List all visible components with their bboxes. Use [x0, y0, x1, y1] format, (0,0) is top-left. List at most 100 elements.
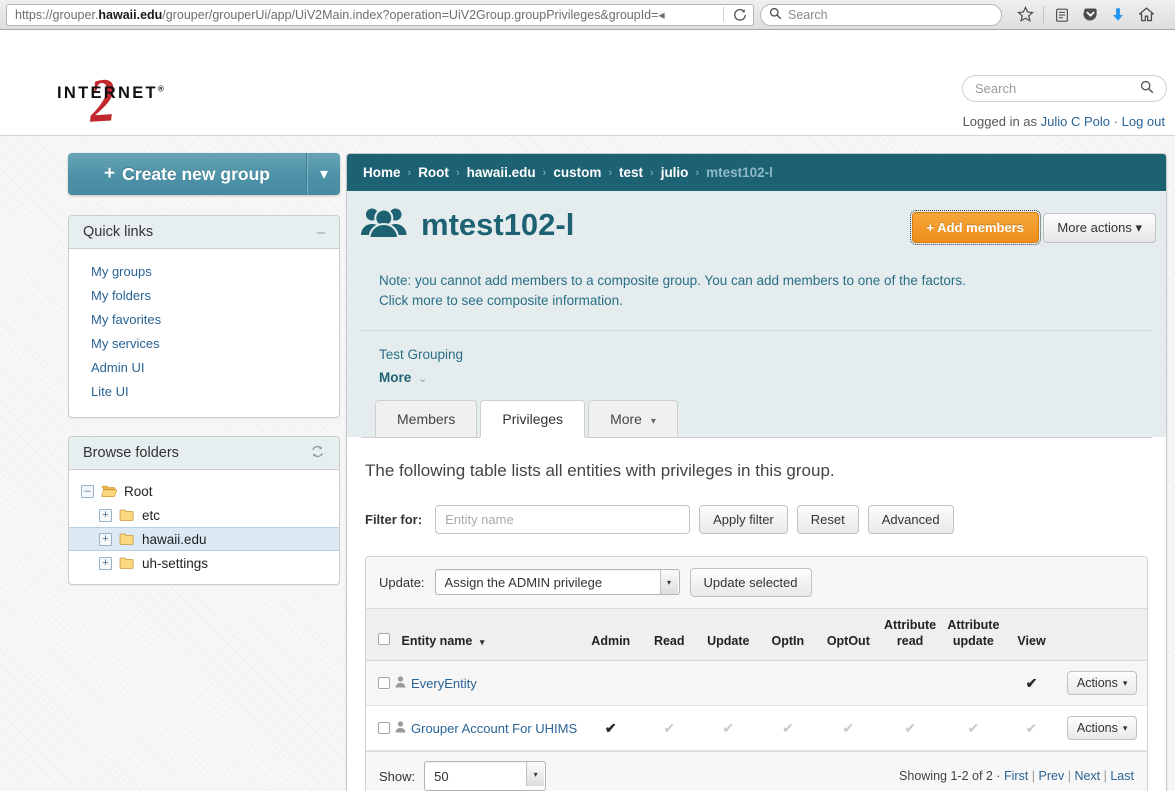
breadcrumb-item-julio[interactable]: julio	[661, 165, 689, 180]
update-selected-button[interactable]: Update selected	[689, 567, 812, 597]
more-toggle[interactable]: More ⌄	[361, 370, 1152, 399]
tree-toggle-plus-icon[interactable]: +	[99, 508, 112, 522]
show-rows-select[interactable]: 50 ▾	[424, 761, 547, 791]
create-new-group-button-group[interactable]: + Create new group ▾	[68, 153, 340, 195]
tab-privileges[interactable]: Privileges	[480, 399, 586, 437]
cell-attribute-update	[941, 660, 1006, 707]
entity-link[interactable]: Grouper Account For UHIMS	[411, 721, 577, 736]
browser-toolbar: https://grouper.hawaii.edu/grouper/group…	[0, 0, 1175, 30]
tab-more[interactable]: More ▾	[588, 399, 678, 437]
page-body: + Create new group ▾ Quick links – My gr…	[0, 136, 1175, 791]
breadcrumb-separator: ›	[608, 166, 612, 179]
breadcrumb-item-home[interactable]: Home	[363, 165, 401, 180]
site-search-box[interactable]: Search	[962, 75, 1167, 102]
tab-members[interactable]: Members	[375, 399, 478, 437]
table-lead-text: The following table lists all entities w…	[365, 460, 835, 480]
tree-node-uh-settings[interactable]: + uh-settings	[69, 551, 339, 575]
check-icon: ✔	[1025, 674, 1038, 691]
tree-toggle-plus-icon[interactable]: +	[99, 532, 112, 546]
create-new-group-dropdown-toggle[interactable]: ▾	[307, 153, 340, 195]
bookmark-star-icon[interactable]	[1012, 3, 1038, 27]
pocket-icon[interactable]	[1077, 3, 1103, 27]
chevron-down-icon: ⌄	[418, 372, 428, 385]
select-all-checkbox[interactable]	[378, 633, 390, 646]
check-icon: ✔	[604, 719, 617, 736]
cell-entity-name: EveryEntity	[366, 660, 582, 707]
tree-node-etc[interactable]: + etc	[69, 503, 339, 527]
tab-label: Members	[397, 410, 456, 427]
column-header-optin: OptIn	[758, 608, 818, 662]
cell-entity-name: Grouper Account For UHIMS	[366, 705, 582, 752]
column-header-optout: OptOut	[817, 608, 880, 662]
row-checkbox[interactable]	[378, 677, 390, 690]
refresh-icon[interactable]	[310, 444, 325, 463]
column-header-view: View	[1005, 608, 1058, 662]
tree-node-hawaii-edu[interactable]: + hawaii.edu	[69, 527, 339, 551]
row-actions-button[interactable]: Actions ▾	[1066, 716, 1138, 741]
more-actions-button[interactable]: More actions ▾	[1043, 213, 1156, 243]
address-bar[interactable]: https://grouper.hawaii.edu/grouper/group…	[6, 3, 754, 26]
browser-search-input[interactable]: Search	[788, 8, 828, 22]
quick-link-admin-ui[interactable]: Admin UI	[69, 355, 339, 379]
folder-icon	[119, 556, 136, 570]
column-header-entity-name[interactable]: Entity name ▾	[366, 608, 582, 662]
page-first-link[interactable]: First	[1004, 769, 1028, 783]
group-description: Test Grouping	[379, 346, 464, 362]
download-icon[interactable]	[1105, 3, 1131, 27]
update-label: Update:	[379, 574, 425, 590]
paging-separator: |	[1031, 769, 1036, 784]
site-search-input[interactable]: Search	[975, 81, 1140, 96]
breadcrumb-item-root[interactable]: Root	[418, 165, 449, 180]
quick-link-my-folders[interactable]: My folders	[69, 283, 339, 307]
column-header-admin: Admin	[581, 608, 641, 662]
breadcrumb-item-test[interactable]: test	[619, 165, 643, 180]
browser-search-box[interactable]: Search	[760, 3, 1002, 26]
page-prev-link[interactable]: Prev	[1039, 769, 1065, 783]
row-actions-button[interactable]: Actions ▾	[1066, 671, 1138, 696]
site-header: 2 INTERNET® Search Logged in as Julio C …	[0, 30, 1175, 136]
row-checkbox[interactable]	[378, 722, 390, 735]
create-new-group-button[interactable]: + Create new group	[68, 153, 307, 195]
quick-link-my-groups[interactable]: My groups	[69, 259, 339, 283]
group-header: mtest102-l + Add members More actions ▾ …	[347, 191, 1166, 438]
search-icon	[769, 7, 782, 23]
entity-link[interactable]: EveryEntity	[411, 676, 477, 691]
quick-link-my-services[interactable]: My services	[69, 331, 339, 355]
quick-links-header: Quick links –	[69, 216, 339, 249]
quick-link-my-favorites[interactable]: My favorites	[69, 307, 339, 331]
tree-node-label: etc	[142, 507, 161, 523]
privilege-select[interactable]: Assign the ADMIN privilege ▾	[434, 569, 680, 595]
reader-list-icon[interactable]	[1049, 3, 1075, 27]
home-icon[interactable]	[1133, 3, 1159, 27]
more-actions-label: More actions	[1057, 220, 1132, 235]
user-name-link[interactable]: Julio C Polo	[1041, 114, 1110, 129]
apply-filter-button[interactable]: Apply filter	[699, 504, 788, 534]
tree-node-root[interactable]: – Root	[69, 479, 339, 503]
breadcrumb-item-hawaii-edu[interactable]: hawaii.edu	[467, 165, 536, 180]
cell-optin	[758, 660, 818, 707]
sidebar: + Create new group ▾ Quick links – My gr…	[0, 153, 340, 791]
breadcrumb-item-custom[interactable]: custom	[553, 165, 601, 180]
cell-view: ✔	[1005, 705, 1058, 752]
person-icon	[395, 721, 406, 736]
cell-update: ✔	[698, 705, 759, 752]
check-icon: ✔	[967, 719, 980, 736]
cell-attribute-update: ✔	[941, 705, 1006, 752]
toolbar-divider	[723, 7, 724, 22]
collapse-minus-icon[interactable]: –	[317, 224, 325, 241]
filter-input[interactable]: Entity name	[435, 504, 691, 534]
tree-toggle-plus-icon[interactable]: +	[99, 556, 112, 570]
quick-link-lite-ui[interactable]: Lite UI	[69, 379, 339, 403]
tree-toggle-minus-icon[interactable]: –	[81, 484, 94, 498]
browse-folders-panel: Browse folders – Root + etc + hawaii.edu…	[68, 436, 340, 585]
chevron-down-icon: ▾	[1122, 677, 1128, 688]
create-new-group-label: Create new group	[122, 163, 270, 184]
logout-link[interactable]: Log out	[1122, 114, 1165, 129]
advanced-button[interactable]: Advanced	[867, 504, 954, 534]
reset-button[interactable]: Reset	[796, 504, 859, 534]
reload-icon[interactable]	[729, 5, 751, 25]
icon-divider	[1043, 6, 1044, 23]
page-last-link[interactable]: Last	[1110, 769, 1134, 783]
page-next-link[interactable]: Next	[1074, 769, 1100, 783]
add-members-button[interactable]: + Add members	[909, 210, 1041, 245]
